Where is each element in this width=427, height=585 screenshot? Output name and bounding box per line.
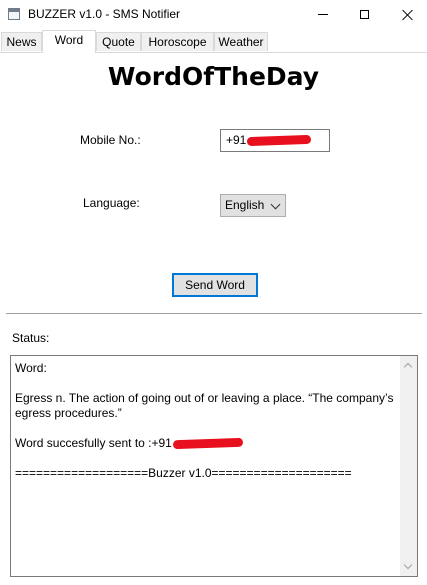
language-label: Language: bbox=[83, 196, 140, 210]
redaction-mark bbox=[172, 438, 243, 450]
scroll-down-icon[interactable] bbox=[403, 560, 413, 570]
tab-weather[interactable]: Weather bbox=[214, 32, 268, 51]
status-content: Word: Egress n. The action of going out … bbox=[15, 361, 399, 481]
minimize-button[interactable] bbox=[300, 0, 346, 29]
status-line-definition: Egress n. The action of going out of or … bbox=[15, 391, 397, 420]
status-line-sent: Word succesfully sent to :+91 bbox=[15, 436, 172, 450]
tab-news[interactable]: News bbox=[1, 32, 42, 51]
status-textarea[interactable]: Word: Egress n. The action of going out … bbox=[10, 355, 418, 577]
tab-quote[interactable]: Quote bbox=[96, 32, 141, 51]
minimize-icon bbox=[318, 14, 328, 15]
tab-strip: News Word Quote Horoscope Weather bbox=[0, 30, 427, 53]
page-title: WordOfTheDay bbox=[107, 62, 320, 91]
tab-horoscope[interactable]: Horoscope bbox=[141, 32, 214, 51]
maximize-button[interactable] bbox=[341, 0, 387, 29]
close-icon bbox=[402, 9, 414, 21]
status-line-word: Word: bbox=[15, 361, 47, 375]
status-label: Status: bbox=[12, 331, 50, 345]
window-title: BUZZER v1.0 - SMS Notifier bbox=[28, 7, 181, 21]
mobile-number-value: +91 bbox=[226, 133, 247, 147]
close-button[interactable] bbox=[385, 0, 427, 29]
language-selected-value: English bbox=[225, 198, 265, 212]
redaction-mark bbox=[247, 135, 312, 147]
scroll-up-icon[interactable] bbox=[403, 362, 413, 372]
vertical-scrollbar[interactable] bbox=[400, 356, 417, 576]
send-word-button[interactable]: Send Word bbox=[172, 273, 258, 297]
title-bar: BUZZER v1.0 - SMS Notifier bbox=[0, 0, 427, 29]
app-window-icon bbox=[8, 8, 20, 20]
tab-word[interactable]: Word bbox=[42, 30, 96, 53]
mobile-number-input[interactable]: +91 bbox=[220, 129, 330, 152]
status-line-footer: ===================Buzzer v1.0==========… bbox=[15, 466, 352, 480]
divider bbox=[6, 313, 422, 314]
chevron-down-icon bbox=[270, 199, 281, 210]
mobile-number-label: Mobile No.: bbox=[80, 133, 141, 147]
maximize-icon bbox=[359, 10, 369, 19]
language-select[interactable]: English bbox=[220, 194, 286, 217]
